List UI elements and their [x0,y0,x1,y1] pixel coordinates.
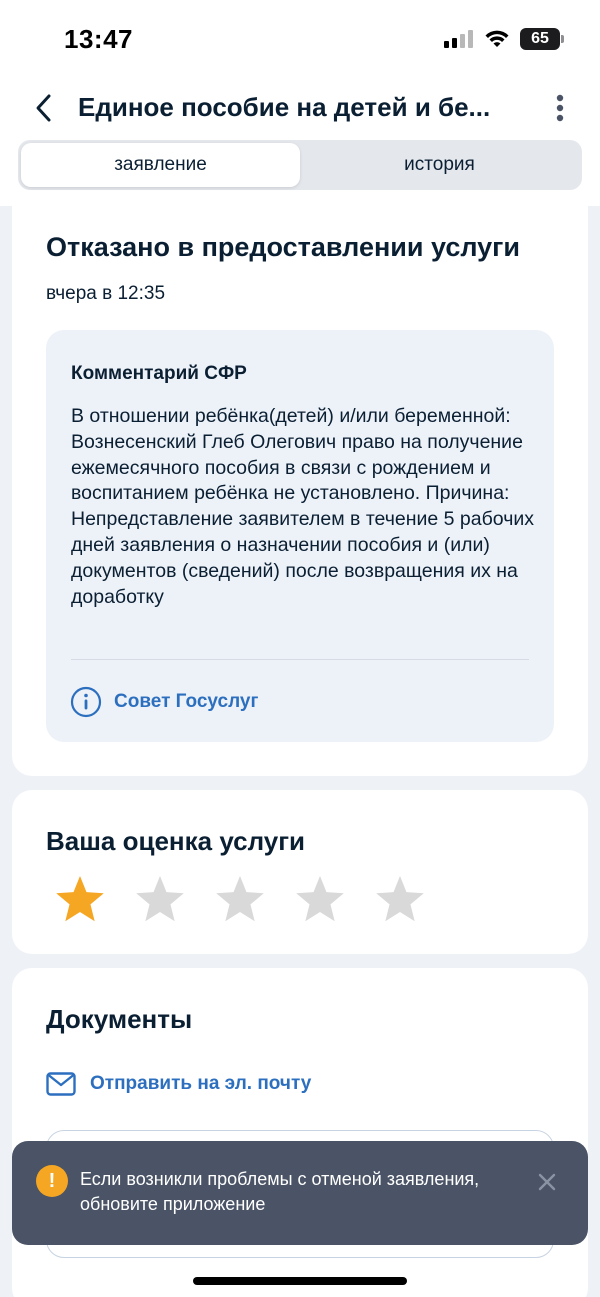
rating-title: Ваша оценка услуги [46,826,306,856]
comment-box: Комментарий СФР В отношении ребёнка(дете… [46,330,554,742]
more-options-button[interactable] [546,90,574,126]
tab-application[interactable]: заявление [21,143,300,187]
toast-notification: ! Если возникли проблемы с отменой заявл… [12,1141,588,1245]
tab-history[interactable]: история [300,143,579,187]
toast-close-button[interactable] [534,1169,560,1195]
app-header: Единое пособие на детей и бе... [0,80,600,138]
toast-text: Если возникли проблемы с отменой заявлен… [80,1169,480,1214]
star-icon[interactable] [374,874,426,926]
warning-icon-glyph: ! [48,1169,56,1192]
status-time: 13:47 [64,24,133,54]
comment-title: Комментарий СФР [71,363,247,384]
status-title: Отказано в предоставлении услуги [46,232,520,262]
close-icon [538,1173,556,1191]
home-indicator [193,1277,407,1285]
rating-stars [54,874,426,926]
status-date: вчера в 12:35 [46,283,166,304]
documents-card: Документы Отправить на эл. почту [12,968,588,1297]
rating-card: Ваша оценка услуги [12,790,588,954]
tab-history-label: история [404,154,475,175]
status-card: Отказано в предоставлении услуги вчера в… [12,196,588,776]
chevron-left-icon [36,94,51,122]
wifi-icon [485,30,509,47]
divider [71,659,529,660]
advice-link-label: Совет Госуслуг [114,691,259,712]
back-button[interactable] [26,90,62,126]
status-bar: 13:47 65 [0,0,600,80]
page-title: Единое пособие на детей и бе... [78,92,491,122]
cellular-signal-icon [444,30,473,48]
star-icon[interactable] [54,874,106,926]
more-vertical-icon [556,94,564,122]
documents-title: Документы [46,1004,193,1034]
screen: 13:47 65 Единое пособие на детей и бе...… [0,0,600,1297]
segmented-tabs: заявление история [18,140,582,190]
comment-text: В отношении ребёнка(детей) и/или беремен… [71,405,535,608]
send-email-link[interactable]: Отправить на эл. почту [46,1072,311,1096]
battery-level: 65 [531,30,549,47]
star-icon[interactable] [214,874,266,926]
info-icon [70,686,102,718]
star-icon[interactable] [134,874,186,926]
warning-icon: ! [36,1165,68,1197]
mail-icon [46,1072,76,1096]
battery-icon: 65 [520,28,564,50]
tab-application-label: заявление [114,154,207,175]
advice-link[interactable]: Совет Госуслуг [70,686,258,718]
status-icons: 65 [444,28,564,50]
send-email-label: Отправить на эл. почту [90,1073,312,1094]
star-icon[interactable] [294,874,346,926]
